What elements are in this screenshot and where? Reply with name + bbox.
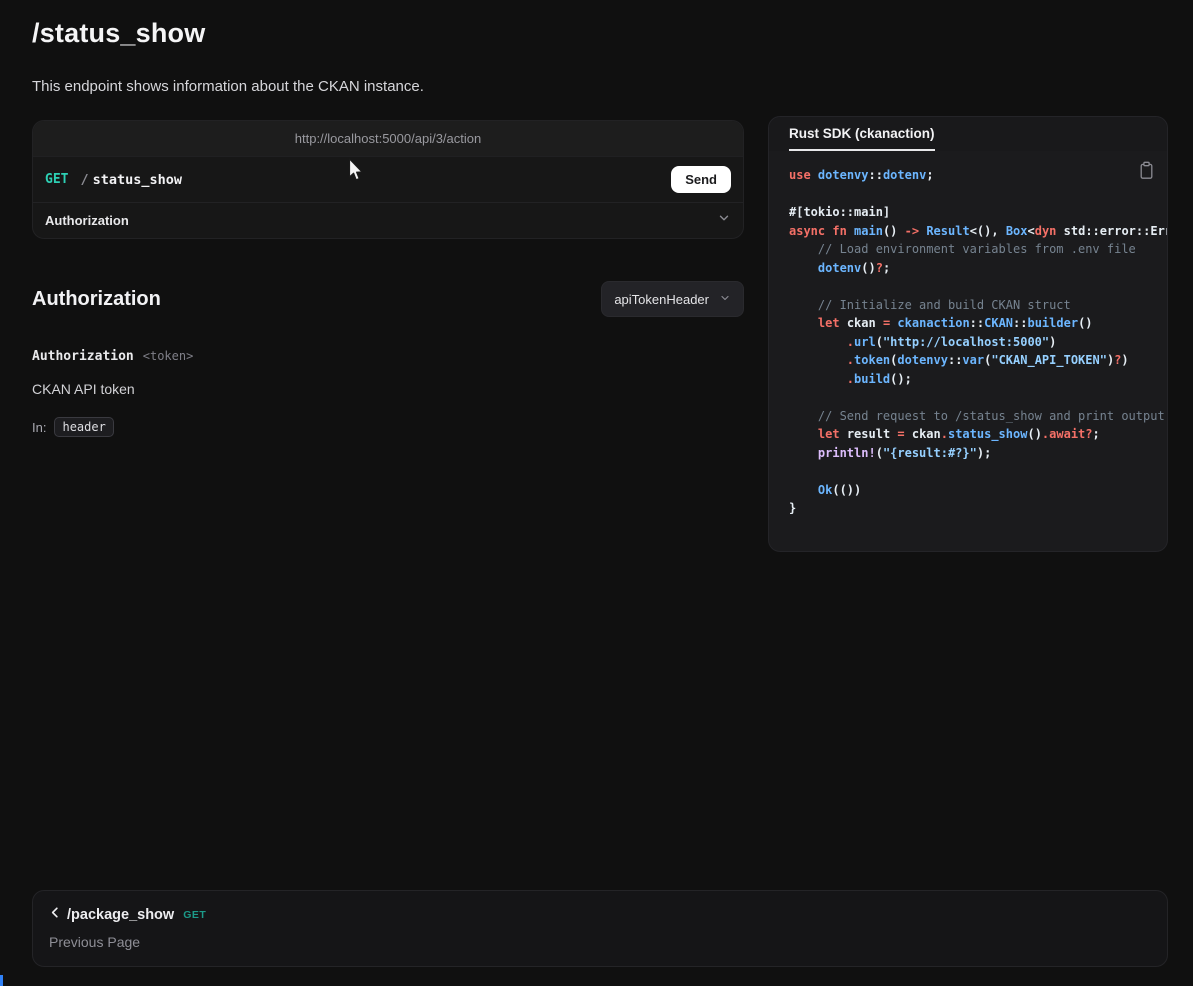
tab-rust-sdk[interactable]: Rust SDK (ckanaction): [789, 117, 935, 151]
clipboard-icon: [1138, 168, 1155, 183]
copy-button[interactable]: [1138, 161, 1155, 180]
chevron-left-icon: [49, 906, 61, 924]
auth-param-description: CKAN API token: [32, 381, 744, 397]
authorization-section: Authorization apiTokenHeader Authorizati…: [32, 281, 744, 437]
endpoint-path: status_show: [93, 172, 182, 188]
auth-param-type: <token>: [143, 349, 194, 363]
page-title: /status_show: [32, 18, 744, 49]
code-sample-area: use dotenvy::dotenv; #[tokio::main]async…: [769, 151, 1167, 551]
page: /status_show This endpoint shows informa…: [0, 0, 1193, 967]
auth-collapse-row[interactable]: Authorization: [33, 202, 743, 238]
send-button[interactable]: Send: [671, 166, 731, 193]
request-row: GET / status_show Send: [33, 157, 743, 202]
code-panel-header: Rust SDK (ckanaction): [769, 117, 1167, 151]
chevron-down-icon: [719, 292, 731, 307]
previous-page-card[interactable]: /package_show GET Previous Page: [32, 890, 1168, 967]
base-url-bar[interactable]: http://localhost:5000/api/3/action: [33, 121, 743, 157]
code-block[interactable]: use dotenvy::dotenv; #[tokio::main]async…: [789, 166, 1167, 518]
authorization-heading: Authorization: [32, 288, 161, 311]
previous-page-label: Previous Page: [49, 934, 1151, 950]
chevron-down-icon: [717, 211, 731, 230]
auth-scheme-dropdown[interactable]: apiTokenHeader: [601, 281, 744, 317]
auth-param-location-row: In: header: [32, 417, 744, 437]
code-sample-panel: Rust SDK (ckanaction) use dotenvy::doten…: [768, 116, 1168, 552]
in-label: In:: [32, 420, 46, 435]
request-card: http://localhost:5000/api/3/action GET /…: [32, 120, 744, 239]
previous-page-path: /package_show: [67, 907, 174, 923]
in-value-badge: header: [54, 417, 113, 437]
previous-page-method: GET: [183, 909, 206, 921]
auth-scheme-value: apiTokenHeader: [614, 292, 709, 307]
http-method: GET: [45, 172, 68, 187]
auth-param-row: Authorization <token>: [32, 349, 744, 364]
corner-accent-bar: [0, 975, 3, 986]
path-slash: /: [80, 172, 88, 188]
page-description: This endpoint shows information about th…: [32, 78, 744, 95]
auth-collapse-label: Authorization: [45, 213, 129, 228]
auth-param-name: Authorization: [32, 349, 134, 364]
